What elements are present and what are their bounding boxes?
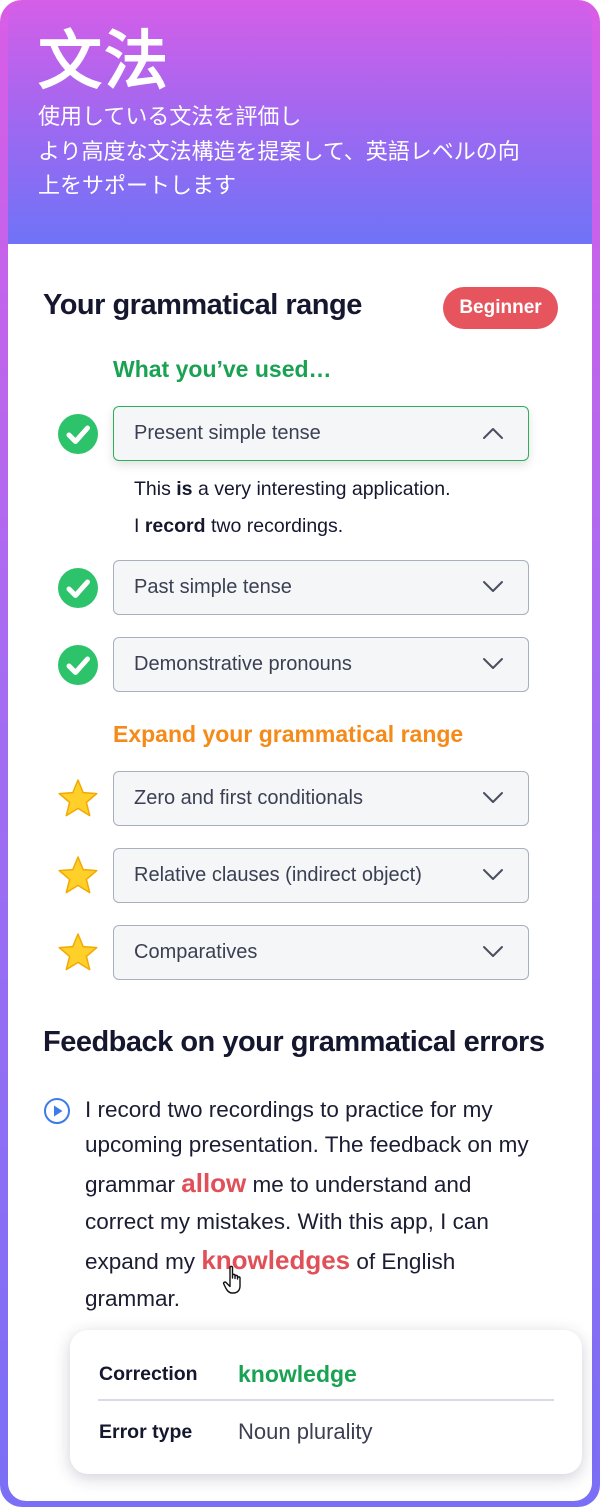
star-icon bbox=[58, 933, 98, 971]
feedback-line: upcoming presentation. The feedback on m… bbox=[85, 1132, 529, 1157]
grammar-item-relative-clauses[interactable]: Relative clauses (indirect object) bbox=[113, 848, 529, 903]
feedback-section-title: Feedback on your grammatical errors bbox=[43, 1026, 545, 1058]
feedback-text: I record two recordings to practice for … bbox=[85, 1092, 565, 1316]
check-circle-icon bbox=[58, 645, 98, 685]
chevron-down-icon bbox=[483, 581, 503, 592]
grammar-item-label: Demonstrative pronouns bbox=[134, 653, 352, 675]
check-circle-icon bbox=[58, 414, 98, 454]
expand-heading: Expand your grammatical range bbox=[113, 721, 464, 747]
highlighted-verb: is bbox=[176, 478, 193, 500]
hand-cursor-icon bbox=[222, 1265, 241, 1294]
highlighted-verb: record bbox=[144, 515, 206, 537]
grammar-item-label: Present simple tense bbox=[134, 422, 321, 444]
feedback-line: I record two recordings to practice for … bbox=[85, 1097, 493, 1122]
grammar-item-demonstrative-pronouns[interactable]: Demonstrative pronouns bbox=[113, 637, 529, 692]
grammar-error-allow[interactable]: allow bbox=[181, 1168, 246, 1198]
feedback-line: grammar. bbox=[85, 1286, 181, 1311]
grammar-item-past-simple[interactable]: Past simple tense bbox=[113, 560, 529, 615]
grammar-item-comparatives[interactable]: Comparatives bbox=[113, 925, 529, 980]
header: 文法 使用している文法を評価し より高度な文法構造を提案して、英語レベルの向 上… bbox=[8, 0, 592, 244]
description-line: より高度な文法構造を提案して、英語レベルの向 bbox=[38, 139, 520, 165]
feedback-line: expand my knowledges of English bbox=[85, 1245, 456, 1275]
chevron-down-icon bbox=[483, 946, 503, 957]
correction-label: Correction bbox=[99, 1363, 198, 1385]
chevron-down-icon bbox=[483, 792, 503, 803]
chevron-up-icon bbox=[483, 428, 503, 439]
grammar-item-label: Past simple tense bbox=[134, 576, 292, 598]
description-line: 使用している文法を評価し bbox=[38, 105, 302, 130]
example-sentence: I record two recordings. bbox=[134, 515, 344, 537]
page-description: 使用している文法を評価し より高度な文法構造を提案して、英語レベルの向 上をサポ… bbox=[38, 101, 578, 205]
grammar-item-label: Comparatives bbox=[134, 941, 258, 963]
check-circle-icon bbox=[58, 568, 98, 608]
grammar-item-conditionals[interactable]: Zero and first conditionals bbox=[113, 771, 529, 826]
used-heading: What you’ve used… bbox=[113, 356, 332, 382]
example-sentence: This is a very interesting application. bbox=[134, 478, 451, 500]
chevron-down-icon bbox=[483, 869, 503, 880]
error-type-value: Noun plurality bbox=[238, 1419, 373, 1444]
star-icon bbox=[58, 779, 98, 817]
page-title: 文法 bbox=[38, 25, 170, 99]
error-type-label: Error type bbox=[99, 1421, 193, 1443]
level-badge: Beginner bbox=[443, 287, 558, 329]
correction-value: knowledge bbox=[238, 1361, 357, 1387]
description-line: 上をサポートします bbox=[38, 174, 237, 199]
feedback-line: grammar allow me to understand and bbox=[85, 1168, 472, 1198]
grammar-item-label: Zero and first conditionals bbox=[134, 787, 364, 809]
grammar-item-label: Relative clauses (indirect object) bbox=[134, 864, 422, 886]
star-icon bbox=[58, 856, 98, 894]
feedback-line: correct my mistakes. With this app, I ca… bbox=[85, 1209, 489, 1234]
divider bbox=[98, 1399, 554, 1401]
chevron-down-icon bbox=[483, 658, 503, 669]
range-section-title: Your grammatical range bbox=[43, 289, 362, 321]
play-circle-icon[interactable] bbox=[43, 1097, 71, 1125]
correction-card: Correction knowledge Error type Noun plu… bbox=[70, 1330, 582, 1474]
grammar-item-present-simple[interactable]: Present simple tense bbox=[113, 406, 529, 461]
